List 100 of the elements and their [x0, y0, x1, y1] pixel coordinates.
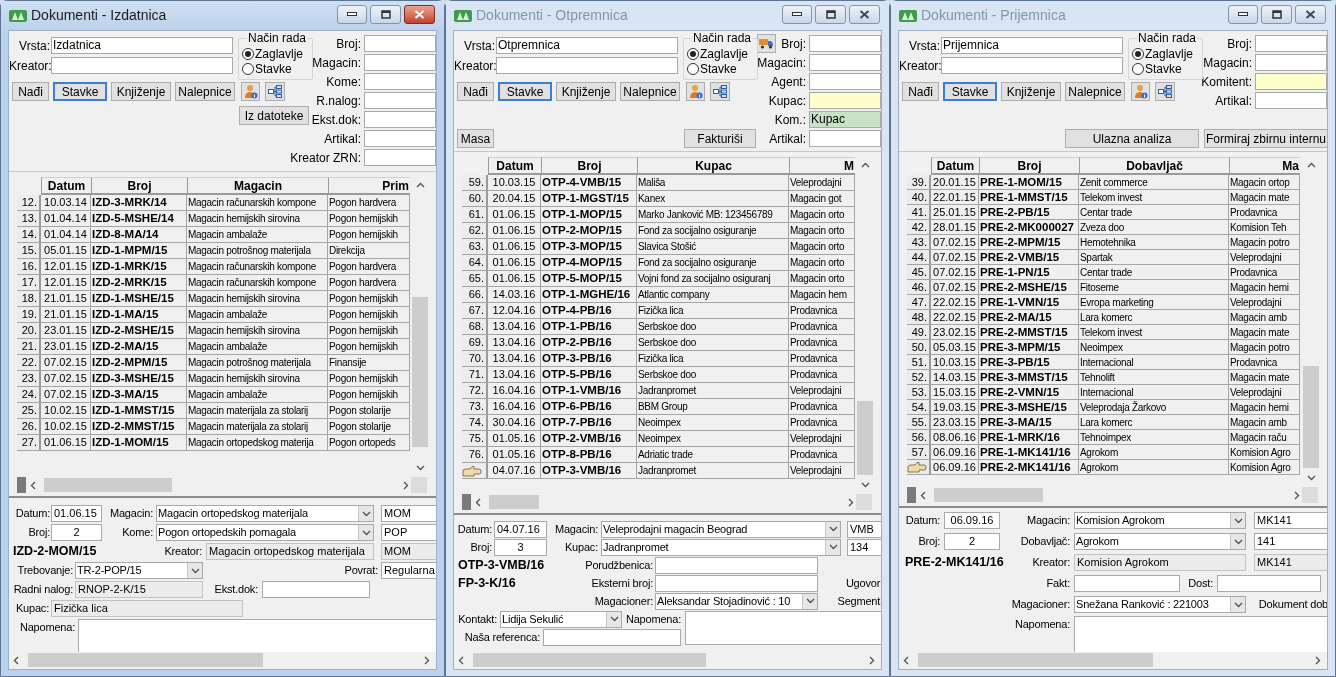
minimize-button[interactable]: [782, 4, 812, 24]
input-field[interactable]: 134: [847, 538, 881, 556]
scroll-thumb[interactable]: [473, 653, 706, 667]
button[interactable]: Iz datoteke: [239, 106, 309, 125]
scroll-thumb[interactable]: [918, 653, 1153, 667]
dropdown-field[interactable]: Komision Agrokom: [1074, 512, 1246, 529]
scroll-thumb[interactable]: [28, 653, 263, 667]
input-field[interactable]: [364, 149, 436, 166]
scroll-thumb[interactable]: [1303, 366, 1319, 468]
column-header[interactable]: Broj: [541, 157, 637, 175]
icon-button[interactable]: [1131, 82, 1150, 101]
button[interactable]: Stavke: [498, 82, 552, 101]
radio-button[interactable]: [687, 47, 699, 60]
input-field[interactable]: POP: [381, 524, 436, 541]
input-field[interactable]: [1255, 35, 1327, 52]
radio-label[interactable]: Zaglavlje: [1145, 44, 1194, 63]
input-field[interactable]: [809, 54, 881, 71]
input-field[interactable]: [496, 57, 678, 74]
column-header[interactable]: Magacin: [187, 177, 328, 195]
input-field[interactable]: [1255, 54, 1327, 71]
input-field[interactable]: [1074, 575, 1180, 592]
button[interactable]: Nađi: [457, 82, 494, 101]
scroll-thumb[interactable]: [489, 495, 539, 509]
input-field[interactable]: Otpremnica: [496, 37, 678, 54]
column-header[interactable]: Datum: [931, 157, 979, 175]
radio-button[interactable]: [687, 62, 699, 75]
notes-field[interactable]: [685, 611, 881, 645]
icon-button[interactable]: [710, 82, 730, 101]
button[interactable]: Fakturiši: [684, 129, 756, 148]
input-field[interactable]: [51, 57, 233, 74]
input-field[interactable]: Kupac: [809, 111, 881, 128]
radio-button[interactable]: [1132, 47, 1144, 60]
button[interactable]: Formiraj zbirnu internu: [1204, 129, 1327, 148]
dropdown-field[interactable]: TR-2-POP/15: [75, 562, 203, 579]
maximize-button[interactable]: [370, 4, 401, 24]
input-field[interactable]: Prijemnica: [941, 37, 1123, 54]
input-field[interactable]: VMB: [847, 520, 881, 538]
input-field[interactable]: Izdatnica: [51, 37, 233, 54]
column-header[interactable]: Broj: [91, 177, 187, 195]
button[interactable]: Masa: [457, 129, 494, 148]
button[interactable]: Stavke: [943, 82, 997, 101]
dropdown-field[interactable]: Jadranpromet: [601, 538, 841, 556]
scroll-thumb[interactable]: [857, 401, 873, 475]
maximize-button[interactable]: [1261, 4, 1292, 24]
input-field[interactable]: [1255, 73, 1327, 90]
input-field[interactable]: [543, 628, 681, 646]
truck-button[interactable]: [757, 34, 777, 53]
close-button[interactable]: [1295, 4, 1326, 24]
column-header[interactable]: Prim: [328, 177, 410, 195]
input-field[interactable]: 06.09.16: [944, 512, 1000, 529]
radio-button[interactable]: [242, 47, 254, 60]
dropdown-field[interactable]: Veleprodajni magacin Beograd: [601, 520, 841, 538]
scroll-thumb[interactable]: [412, 297, 428, 447]
column-header[interactable]: M: [789, 157, 855, 175]
radio-button[interactable]: [242, 62, 254, 75]
button[interactable]: Nalepnice: [1065, 82, 1125, 101]
button[interactable]: Knjiženje: [111, 82, 171, 101]
input-field[interactable]: [809, 35, 881, 52]
dropdown-field[interactable]: Snežana Ranković : 221003: [1074, 596, 1246, 613]
input-field[interactable]: [1217, 575, 1321, 592]
column-header[interactable]: Ma: [1229, 157, 1300, 175]
input-field[interactable]: [364, 35, 436, 52]
input-field[interactable]: [809, 92, 881, 109]
input-field[interactable]: [809, 130, 881, 147]
button[interactable]: Nađi: [902, 82, 939, 101]
icon-button[interactable]: [241, 82, 260, 101]
input-field[interactable]: [364, 73, 436, 90]
input-field[interactable]: 2: [944, 533, 1000, 550]
input-field[interactable]: [364, 92, 436, 109]
input-field[interactable]: [262, 581, 370, 598]
button[interactable]: Knjiženje: [556, 82, 616, 101]
input-field[interactable]: 3: [494, 538, 547, 556]
input-field[interactable]: [1255, 92, 1327, 109]
dropdown-field[interactable]: Pogon ortopedskih pomagala: [156, 524, 374, 541]
input-field[interactable]: [655, 574, 818, 592]
icon-button[interactable]: [686, 82, 705, 101]
button[interactable]: Knjiženje: [1001, 82, 1061, 101]
input-field[interactable]: Regularna: [381, 562, 436, 579]
input-field[interactable]: MK141: [1254, 512, 1327, 529]
input-field[interactable]: [655, 556, 818, 574]
input-field[interactable]: [364, 54, 436, 71]
button[interactable]: Nalepnice: [620, 82, 680, 101]
maximize-button[interactable]: [815, 4, 846, 24]
scroll-thumb[interactable]: [44, 478, 172, 492]
button[interactable]: Nalepnice: [175, 82, 235, 101]
column-header[interactable]: Datum: [488, 157, 541, 175]
radio-label[interactable]: Zaglavlje: [255, 44, 304, 63]
close-button[interactable]: [404, 4, 435, 24]
button[interactable]: Stavke: [53, 82, 107, 101]
button[interactable]: Nađi: [12, 82, 49, 101]
input-field[interactable]: MOM: [381, 505, 436, 522]
column-header[interactable]: Kupac: [637, 157, 789, 175]
minimize-button[interactable]: [337, 4, 367, 24]
input-field[interactable]: [809, 73, 881, 90]
input-field[interactable]: 01.06.15: [51, 505, 102, 522]
input-field[interactable]: [364, 111, 436, 128]
input-field[interactable]: 2: [51, 524, 102, 541]
notes-field[interactable]: [1074, 616, 1327, 652]
dropdown-field[interactable]: Magacin ortopedskog materijala: [156, 505, 374, 522]
input-field[interactable]: [364, 130, 436, 147]
